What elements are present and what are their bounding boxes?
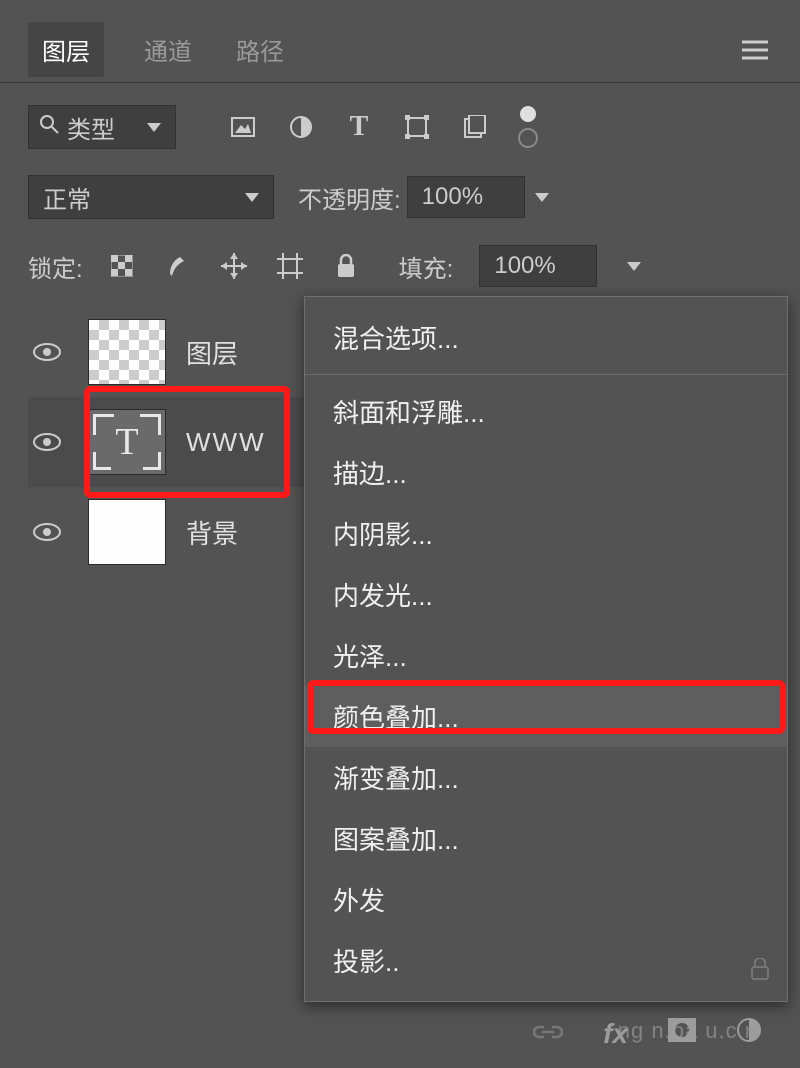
tab-layers[interactable]: 图层: [28, 22, 104, 77]
menu-stroke[interactable]: 描边...: [305, 442, 787, 503]
menu-gradient-overlay[interactable]: 渐变叠加...: [305, 747, 787, 808]
blend-row: 正常 不透明度: 100%: [28, 167, 772, 227]
filter-adjustment-icon[interactable]: [286, 112, 316, 142]
divider: [0, 82, 800, 83]
lock-position-icon[interactable]: [219, 251, 249, 281]
menu-drop-shadow[interactable]: 投影..: [305, 930, 787, 991]
blend-mode-value: 正常: [43, 180, 91, 215]
filter-type-dropdown[interactable]: 类型: [28, 105, 176, 149]
panel-tabs: 图层 通道 路径: [28, 20, 772, 78]
chevron-down-icon: [147, 123, 161, 132]
blend-mode-select[interactable]: 正常: [28, 175, 274, 219]
annotation-highlight: [307, 680, 785, 734]
filter-smartobject-icon[interactable]: [460, 112, 490, 142]
menu-separator: [305, 374, 787, 375]
filter-row: 类型 T: [28, 97, 772, 157]
opacity-label: 不透明度:: [298, 180, 401, 215]
filter-shape-icon[interactable]: [402, 112, 432, 142]
fill-value: 100%: [494, 252, 555, 280]
opacity-value: 100%: [422, 183, 483, 211]
filter-pixel-icon[interactable]: [228, 112, 258, 142]
visibility-toggle[interactable]: [32, 517, 62, 547]
chevron-down-icon: [245, 193, 259, 202]
tab-channels[interactable]: 通道: [140, 24, 196, 75]
lock-all-icon[interactable]: [331, 251, 361, 281]
menu-inner-shadow[interactable]: 内阴影...: [305, 503, 787, 564]
lock-icon: [751, 958, 769, 987]
layer-name: 背景: [186, 514, 238, 551]
visibility-toggle[interactable]: [32, 337, 62, 367]
layer-name: 图层: [186, 334, 238, 371]
layer-thumbnail[interactable]: [88, 319, 166, 385]
menu-outer-glow[interactable]: 外发: [305, 869, 787, 930]
link-layers-icon[interactable]: [533, 1020, 563, 1048]
filter-type-label: 类型: [67, 110, 115, 145]
watermark: ng n.ba u.c n: [618, 1018, 758, 1044]
menu-inner-glow[interactable]: 内发光...: [305, 564, 787, 625]
visibility-toggle[interactable]: [32, 427, 62, 457]
lock-artboard-icon[interactable]: [275, 251, 305, 281]
menu-blending-options[interactable]: 混合选项...: [305, 307, 787, 368]
layer-style-context-menu: 混合选项... 斜面和浮雕... 描边... 内阴影... 内发光... 光泽.…: [304, 296, 788, 1002]
filter-toggle[interactable]: [518, 104, 538, 150]
filter-text-icon[interactable]: T: [344, 112, 374, 142]
lock-transparency-icon[interactable]: [107, 251, 137, 281]
chevron-down-icon[interactable]: [535, 193, 549, 202]
panel-menu-icon[interactable]: [742, 40, 768, 60]
layer-thumbnail[interactable]: [88, 499, 166, 565]
tab-paths[interactable]: 路径: [232, 24, 288, 75]
annotation-highlight: [84, 386, 290, 498]
fill-label: 填充:: [399, 249, 454, 284]
menu-pattern-overlay[interactable]: 图案叠加...: [305, 808, 787, 869]
chevron-down-icon[interactable]: [627, 262, 641, 271]
lock-row: 锁定: 填充: 100%: [28, 237, 772, 295]
opacity-input[interactable]: 100%: [407, 176, 525, 218]
menu-bevel-emboss[interactable]: 斜面和浮雕...: [305, 381, 787, 442]
lock-image-icon[interactable]: [163, 251, 193, 281]
fill-input[interactable]: 100%: [479, 245, 597, 287]
menu-satin[interactable]: 光泽...: [305, 625, 787, 686]
search-icon: [39, 113, 59, 141]
lock-label: 锁定:: [28, 249, 83, 284]
